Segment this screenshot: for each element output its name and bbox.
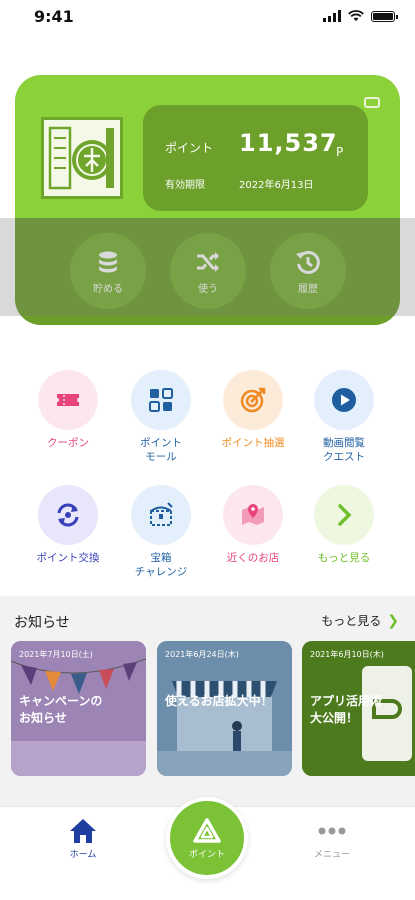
news-headline: キャンペーンの お知らせ (19, 694, 103, 725)
status-bar: 9:41 (0, 0, 415, 34)
tab-point[interactable]: ポイント (166, 797, 248, 879)
news-title: お知らせ (14, 615, 70, 631)
status-icons (323, 10, 398, 22)
brand-logo (41, 117, 123, 199)
news-card-app-tips[interactable]: 2021年6月10日(木) アプリ活用術 大公開！ (302, 641, 415, 776)
news-date: 2021年6月10日(木) (310, 650, 384, 659)
map-pin-icon (242, 504, 264, 525)
treasure-challenge-menu-item[interactable]: 宝箱 チャレンジ (118, 485, 204, 579)
home-icon (70, 819, 96, 843)
news-headline: 使えるお店拡大中！ (165, 694, 273, 708)
tab-home[interactable]: ホーム (43, 817, 123, 860)
use-points-button[interactable]: 使う (170, 233, 246, 309)
point-value: 11,537 (239, 129, 338, 157)
point-lottery-label: ポイント抽選 (221, 437, 285, 449)
tab-menu-label: メニュー (313, 850, 350, 860)
news-headline: アプリ活用術 大公開！ (310, 694, 383, 725)
shuffle-icon (197, 251, 219, 272)
coupon-menu-item[interactable]: クーポン (25, 370, 111, 450)
treasure-challenge-label: 宝箱 チャレンジ (134, 552, 188, 578)
save-points-label: 貯める (93, 283, 123, 295)
exchange-icon (57, 503, 79, 527)
more-menu-item[interactable]: もっと見る (301, 485, 387, 565)
chevron-right-icon: ❯ (387, 612, 399, 629)
point-lottery-menu-item[interactable]: ポイント抽選 (210, 370, 296, 450)
use-points-label: 使う (198, 283, 218, 295)
news-card-shops[interactable]: 2021年6月24日(木) 使えるお店拡大中！ (157, 641, 292, 776)
news-card-campaign[interactable]: 2021年7月10日(土) キャンペーンの お知らせ (11, 641, 146, 776)
point-card[interactable]: ポイント 11,537 P 有効期限 2022年6月13日 貯める 使う 履歴 (15, 75, 400, 325)
more-dots-icon (318, 827, 346, 835)
history-icon (296, 250, 320, 274)
treasure-icon (150, 502, 173, 526)
coupon-label: クーポン (47, 437, 89, 449)
point-mall-menu-item[interactable]: ポイント モール (118, 370, 204, 464)
tab-menu[interactable]: メニュー (292, 817, 372, 860)
point-mall-icon-circle (131, 370, 191, 430)
point-lottery-icon-circle (223, 370, 283, 430)
point-exchange-menu-item[interactable]: ポイント交換 (25, 485, 111, 565)
chevron-right-icon (338, 504, 352, 526)
point-exchange-label: ポイント交換 (36, 552, 100, 564)
mall-grid-icon (149, 388, 173, 412)
nearby-shops-icon-circle (223, 485, 283, 545)
play-icon (332, 388, 356, 412)
nearby-shops-label: 近くのお店 (226, 552, 280, 564)
video-quest-label: 動画閲覧 クエスト (323, 437, 365, 463)
card-flip-icon[interactable] (364, 97, 380, 108)
status-time: 9:41 (34, 7, 74, 26)
video-quest-menu-item[interactable]: 動画閲覧 クエスト (301, 370, 387, 464)
target-icon (240, 387, 266, 413)
history-button[interactable]: 履歴 (270, 233, 346, 309)
save-points-button[interactable]: 貯める (70, 233, 146, 309)
nearby-shops-menu-item[interactable]: 近くのお店 (210, 485, 296, 565)
point-exchange-icon-circle (38, 485, 98, 545)
point-mall-label: ポイント モール (140, 437, 182, 463)
point-label: ポイント (165, 141, 214, 155)
point-unit: P (336, 145, 344, 159)
cellular-signal-icon (323, 10, 341, 22)
news-section: お知らせ もっと見る ❯ 2021年7月10日(土) キャンペーンの お知らせ … (0, 596, 415, 806)
tab-home-label: ホーム (69, 850, 97, 860)
bottom-tab-bar: ホーム ポイント メニュー (0, 797, 415, 900)
coins-icon (99, 251, 117, 272)
video-quest-icon-circle (314, 370, 374, 430)
news-more-label: もっと見る (321, 614, 382, 628)
news-more-link[interactable]: もっと見る ❯ (321, 612, 399, 629)
battery-icon (371, 10, 398, 22)
expiry-value: 2022年6月13日 (239, 180, 314, 191)
point-info-panel: ポイント 11,537 P 有効期限 2022年6月13日 (143, 105, 368, 211)
more-icon-circle (314, 485, 374, 545)
coupon-icon-circle (38, 370, 98, 430)
point-triangle-icon (193, 817, 221, 843)
tab-point-label: ポイント (188, 849, 225, 860)
treasure-challenge-icon-circle (131, 485, 191, 545)
news-date: 2021年6月24日(木) (165, 650, 239, 659)
ticket-icon (57, 394, 79, 406)
wifi-icon (348, 10, 364, 21)
expiry-label: 有効期限 (165, 180, 205, 191)
history-label: 履歴 (298, 283, 318, 295)
more-label: もっと見る (317, 552, 371, 564)
news-date: 2021年7月10日(土) (19, 650, 93, 659)
